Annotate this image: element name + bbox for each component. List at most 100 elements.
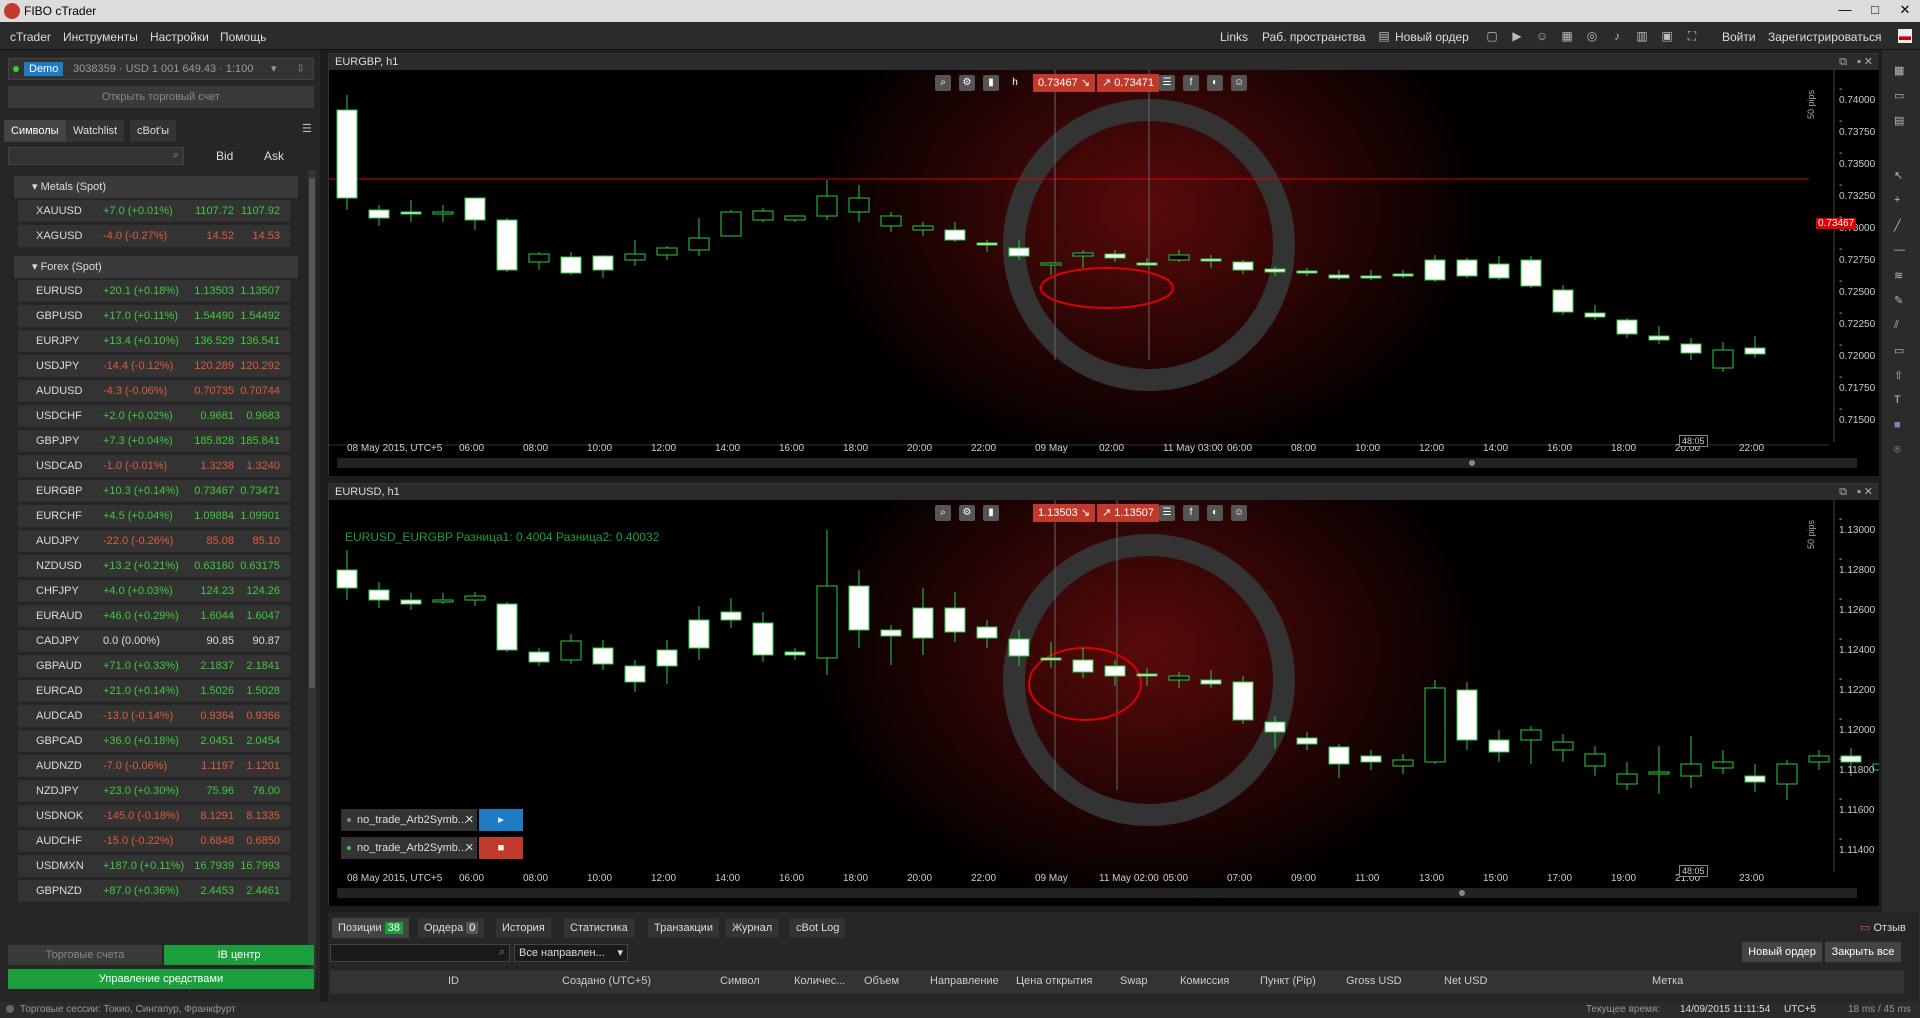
account-selector[interactable]: Demo 3038359 · USD 1 001 649.43 · 1:100 … — [8, 58, 314, 80]
group-header[interactable]: ▾ Metals (Spot) — [14, 176, 298, 198]
symbol-row[interactable]: GBPUSD +17.0 (+0.11%) 1.54490 1.54492 — [18, 305, 290, 327]
symbol-bid[interactable]: 0.70735 — [194, 380, 234, 402]
zoom-icon[interactable]: ⌕ — [935, 75, 951, 91]
column-header[interactable]: Net USD — [1444, 975, 1487, 987]
maximize-button[interactable]: □ — [1860, 0, 1890, 20]
chart-eurusd[interactable]: EURUSD, h1 ⧉ ▪ ✕ ⌕ ⚙ ▮ 1.13503 ↘ ↗ 1.135… — [328, 483, 1879, 906]
symbol-row[interactable]: EURCAD +21.0 (+0.14%) 1.5026 1.5028 — [18, 680, 290, 702]
tab-watchlist[interactable]: Watchlist — [66, 120, 125, 142]
menu-ctrader[interactable]: cTrader — [10, 30, 51, 44]
symbol-ask[interactable]: 1.1201 — [246, 755, 280, 777]
menu-tools[interactable]: Инструменты — [63, 30, 138, 44]
symbol-ask[interactable]: 0.70744 — [240, 380, 280, 402]
minimize-button[interactable]: — — [1830, 0, 1860, 20]
symbol-bid[interactable]: 1.1197 — [201, 755, 234, 777]
symbol-row[interactable]: XAGUSD -4.0 (-0.27%) 14.52 14.53 — [18, 225, 290, 247]
facebook-icon[interactable]: f — [1183, 75, 1199, 91]
symbol-ask[interactable]: 1.5028 — [246, 680, 280, 702]
scroll-handle[interactable] — [1469, 460, 1475, 466]
symbol-ask[interactable]: 1.6047 — [246, 605, 280, 627]
symbol-row[interactable]: EURCHF +4.5 (+0.04%) 1.09884 1.09901 — [18, 505, 290, 527]
chart-scrollbar[interactable] — [337, 888, 1857, 898]
close-icon[interactable]: ✕ — [465, 837, 474, 859]
chart-settings-icon[interactable]: ⚙ — [959, 75, 975, 91]
symbol-bid[interactable]: 2.0451 — [200, 730, 234, 752]
ib-center-button[interactable]: IB центр — [164, 945, 314, 965]
column-header[interactable]: Создано (UTC+5) — [562, 975, 651, 987]
robot-icon[interactable]: ☺ — [1535, 29, 1549, 43]
chart-canvas[interactable] — [329, 500, 1879, 906]
symbol-bid[interactable]: 1.6044 — [200, 605, 234, 627]
symbol-row[interactable]: EURJPY +13.4 (+0.10%) 136.529 136.541 — [18, 330, 290, 352]
symbol-ask[interactable]: 14.53 — [252, 225, 280, 247]
new-order-button[interactable]: Новый ордер — [1742, 942, 1822, 962]
arrow-icon[interactable]: ⇧ — [1894, 369, 1903, 382]
menu-links[interactable]: Links — [1220, 30, 1248, 44]
open-account-button[interactable]: Открыть торговый счет — [8, 86, 314, 108]
scrollbar-thumb[interactable] — [309, 178, 315, 688]
share-icon[interactable]: ◐ — [1207, 505, 1223, 521]
symbol-row[interactable]: AUDCAD -13.0 (-0.14%) 0.9364 0.9366 — [18, 705, 290, 727]
symbol-row[interactable]: GBPNZD +87.0 (+0.36%) 2.4453 2.4461 — [18, 880, 290, 902]
symbol-ask[interactable]: 90.87 — [252, 630, 280, 652]
column-header[interactable]: Объем — [864, 975, 899, 987]
chart-scrollbar[interactable] — [337, 458, 1857, 468]
text-icon[interactable]: T — [1894, 394, 1901, 406]
chart-settings-icon[interactable]: ⚙ — [959, 505, 975, 521]
layout-icon[interactable]: ▣ — [1660, 29, 1674, 43]
symbol-ask[interactable]: 124.26 — [246, 580, 280, 602]
symbol-bid[interactable]: 185.828 — [194, 430, 234, 452]
share-icon[interactable]: ◐ — [1207, 75, 1223, 91]
panel-icon[interactable]: ▭ — [1894, 89, 1904, 102]
symbol-ask[interactable]: 0.63175 — [240, 555, 280, 577]
symbol-bid[interactable]: 1107.72 — [195, 200, 234, 222]
column-header[interactable]: Комиссия — [1180, 975, 1229, 987]
symbol-bid[interactable]: 75.96 — [206, 780, 234, 802]
cbot-instance[interactable]: no_trade_Arb2Symb... ✕ — [341, 809, 477, 831]
pen-icon[interactable]: ✎ — [1894, 294, 1903, 307]
symbol-ask[interactable]: 185.841 — [240, 430, 280, 452]
zoom-icon[interactable]: ⌕ — [935, 505, 951, 521]
symbol-row[interactable]: USDMXN +187.0 (+0.11%) 16.7939 16.7993 — [18, 855, 290, 877]
symbol-bid[interactable]: 8.1291 — [200, 805, 234, 827]
sell-price-button[interactable]: 0.73467 ↘ — [1033, 74, 1096, 92]
symbol-ask[interactable]: 0.9366 — [246, 705, 280, 727]
deposit-icon[interactable]: ⇩ — [296, 62, 305, 75]
close-all-button[interactable]: Закрыть все — [1825, 942, 1901, 962]
video-icon[interactable]: ▶ — [1510, 29, 1524, 43]
symbol-ask[interactable]: 76.00 — [252, 780, 280, 802]
chart-eurgbp[interactable]: EURGBP, h1 ⧉ ▪ ✕ ⌕ ⚙ ▮ h 0.73467 ↘ ↗ 0.7… — [328, 53, 1879, 476]
symbol-row[interactable]: XAUUSD +7.0 (+0.01%) 1107.72 1107.92 — [18, 200, 290, 222]
symbol-row[interactable]: USDCHF +2.0 (+0.02%) 0.9681 0.9683 — [18, 405, 290, 427]
language-flag-icon[interactable]: ▬ — [1898, 29, 1912, 43]
login-link[interactable]: Войти — [1722, 30, 1756, 44]
symbol-row[interactable]: AUDCHF -15.0 (-0.22%) 0.6848 0.6850 — [18, 830, 290, 852]
cursor-icon[interactable]: ↖ — [1894, 169, 1903, 182]
symbol-row[interactable]: CHFJPY +4.0 (+0.03%) 124.23 124.26 — [18, 580, 290, 602]
trading-accounts-button[interactable]: Торговые счета — [8, 945, 162, 965]
horizontal-line-icon[interactable]: — — [1894, 244, 1905, 256]
close-button[interactable]: ✕ — [1890, 0, 1920, 20]
symbol-bid[interactable]: 136.529 — [194, 330, 234, 352]
calculator-icon[interactable]: ▦ — [1560, 29, 1574, 43]
symbol-bid[interactable]: 2.1837 — [200, 655, 234, 677]
layout-icon[interactable]: ▤ — [1894, 114, 1904, 127]
symbol-search-input[interactable]: ⌕ — [8, 147, 184, 165]
symbol-bid[interactable]: 1.5026 — [200, 680, 234, 702]
symbol-ask[interactable]: 16.7993 — [240, 855, 280, 877]
column-header[interactable]: Количес... — [794, 975, 845, 987]
symbol-ask[interactable]: 1.13507 — [240, 280, 280, 302]
tab-cbots[interactable]: cBot'ы — [130, 120, 177, 142]
symbol-ask[interactable]: 1107.92 — [241, 200, 280, 222]
crosshair-icon[interactable]: + — [1894, 194, 1900, 206]
symbol-ask[interactable]: 0.73471 — [240, 480, 280, 502]
scrollbar[interactable] — [308, 170, 316, 980]
maximize-chart-icon[interactable]: ▪ — [1857, 484, 1861, 500]
column-header[interactable]: Метка — [1652, 975, 1683, 987]
column-header[interactable]: Символ — [720, 975, 760, 987]
symbol-ask[interactable]: 1.09901 — [240, 505, 280, 527]
list-icon[interactable]: ☰ — [1159, 75, 1175, 91]
symbol-row[interactable]: EURAUD +46.0 (+0.29%) 1.6044 1.6047 — [18, 605, 290, 627]
grid-icon[interactable]: ▦ — [1894, 64, 1904, 77]
symbol-bid[interactable]: 16.7939 — [194, 855, 234, 877]
